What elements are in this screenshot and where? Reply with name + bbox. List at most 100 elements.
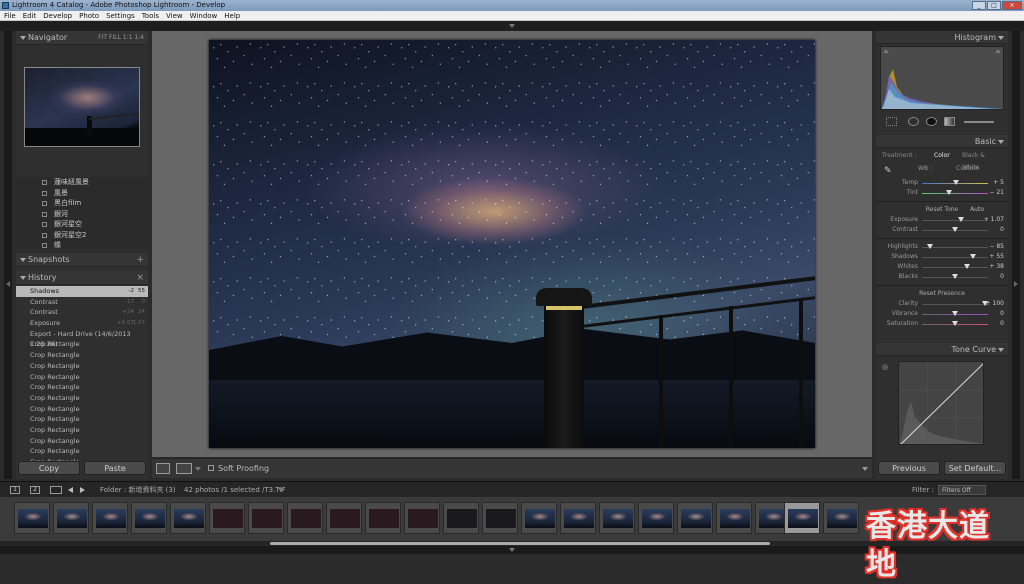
filmstrip-thumbnail[interactable]	[638, 502, 674, 534]
collection-item[interactable]: 蝶	[16, 240, 148, 251]
menu-photo[interactable]: Photo	[79, 11, 99, 20]
filmstrip-thumbnail[interactable]	[560, 502, 596, 534]
navigator-preview[interactable]	[24, 67, 140, 147]
red-eye-icon[interactable]	[926, 117, 937, 126]
history-item[interactable]: Crop Rectangle	[16, 393, 148, 404]
history-item[interactable]: Exposure +0.07 1.07	[16, 318, 148, 329]
filmstrip-thumbnail[interactable]	[92, 502, 128, 534]
menu-edit[interactable]: Edit	[23, 11, 37, 20]
menu-window[interactable]: Window	[190, 11, 218, 20]
filmstrip-scroll-thumb[interactable]	[270, 542, 770, 545]
right-panel-toggle-icon[interactable]	[1014, 281, 1018, 287]
vibrance-slider[interactable]: Vibrance 0	[876, 309, 1008, 319]
next-photo-icon[interactable]	[80, 487, 85, 493]
set-default-button[interactable]: Set Default...	[944, 461, 1006, 475]
navigator-header[interactable]: Navigator FIT FILL 1:1 1:4	[16, 31, 148, 45]
history-item[interactable]: Crop Rectangle	[16, 425, 148, 436]
filmstrip-thumbnail-selected[interactable]	[784, 502, 820, 534]
collection-item[interactable]: 銀河星空2	[16, 230, 148, 241]
previous-photo-icon[interactable]	[68, 487, 73, 493]
menu-file[interactable]: File	[4, 11, 16, 20]
shadow-clipping-icon[interactable]	[883, 49, 889, 53]
menu-help[interactable]: Help	[224, 11, 240, 20]
auto-tone-button[interactable]: Auto	[970, 205, 984, 215]
filmstrip-thumbnail[interactable]	[404, 502, 440, 534]
folder-source-label[interactable]: Folder : 新增資料夾 (3)	[100, 482, 176, 498]
spot-removal-icon[interactable]	[908, 117, 919, 126]
filmstrip-thumbnail[interactable]	[443, 502, 479, 534]
minimize-button[interactable]: _	[972, 1, 986, 10]
add-snapshot-button[interactable]: +	[136, 253, 144, 267]
bottom-panel-toggle-icon[interactable]	[509, 548, 515, 552]
temp-slider-thumb[interactable]	[953, 180, 959, 185]
filmstrip-thumbnail[interactable]	[599, 502, 635, 534]
basic-header[interactable]: Basic	[876, 135, 1008, 148]
filmstrip-thumbnail[interactable]	[326, 502, 362, 534]
collection-item[interactable]: 風景	[16, 188, 148, 199]
previous-button[interactable]: Previous	[878, 461, 940, 475]
reset-presence-button[interactable]: Reset Presence	[919, 290, 965, 297]
filmstrip-thumbnail[interactable]	[53, 502, 89, 534]
filmstrip-thumbnail[interactable]	[14, 502, 50, 534]
view-options-chevron-down-icon[interactable]	[195, 467, 201, 471]
eyedropper-icon[interactable]: ✎	[884, 166, 892, 176]
menu-tools[interactable]: Tools	[142, 11, 159, 20]
tone-curve-header[interactable]: Tone Curve	[876, 343, 1008, 356]
page-2-button[interactable]: 2	[30, 486, 40, 494]
history-item[interactable]: Crop Rectangle	[16, 372, 148, 383]
contrast-slider[interactable]: Contrast 0	[876, 225, 1008, 235]
wb-dropdown[interactable]: Custom	[956, 164, 979, 174]
histogram[interactable]	[880, 46, 1004, 110]
clear-history-button[interactable]: ×	[136, 271, 144, 285]
treatment-color-option[interactable]: Color	[934, 150, 950, 162]
close-window-button[interactable]: ×	[1002, 1, 1022, 10]
history-header[interactable]: History ×	[16, 271, 148, 285]
soft-proofing-checkbox[interactable]	[208, 465, 214, 471]
tint-slider-thumb[interactable]	[946, 190, 952, 195]
top-panel-toggle-icon[interactable]	[509, 24, 515, 28]
reset-tone-button[interactable]: Reset Tone	[926, 206, 958, 213]
crop-tool-icon[interactable]	[886, 117, 897, 126]
saturation-slider-thumb[interactable]	[952, 321, 958, 326]
target-adjust-icon[interactable]: ◎	[882, 363, 888, 371]
shadows-slider-thumb[interactable]	[970, 254, 976, 259]
filmstrip-thumbnail[interactable]	[209, 502, 245, 534]
tint-slider[interactable]: Tint − 21	[876, 188, 1008, 198]
left-panel-toggle-strip[interactable]	[4, 31, 12, 479]
history-item[interactable]: Crop Rectangle	[16, 350, 148, 361]
navigator-zoom-options[interactable]: FIT FILL 1:1 1:4	[98, 31, 144, 45]
whites-slider[interactable]: Whites + 38	[876, 262, 1008, 272]
menu-settings[interactable]: Settings	[106, 11, 135, 20]
contrast-slider-thumb[interactable]	[952, 227, 958, 232]
filmstrip-thumbnail[interactable]	[482, 502, 518, 534]
clarity-slider[interactable]: Clarity + 100	[876, 299, 1008, 309]
history-item[interactable]: Crop Rectangle	[16, 382, 148, 393]
before-after-icon[interactable]	[176, 463, 192, 474]
top-panel-toggle-strip[interactable]	[0, 21, 1024, 31]
menu-develop[interactable]: Develop	[43, 11, 72, 20]
shadows-slider[interactable]: Shadows + 55	[876, 252, 1008, 262]
filmstrip-thumbnail[interactable]	[365, 502, 401, 534]
history-item[interactable]: Crop Rectangle	[16, 404, 148, 415]
history-item[interactable]: Crop Rectangle	[16, 436, 148, 447]
blacks-slider[interactable]: Blacks 0	[876, 272, 1008, 282]
highlights-slider-thumb[interactable]	[927, 244, 933, 249]
history-item[interactable]: Crop Rectangle	[16, 361, 148, 372]
snapshots-header[interactable]: Snapshots +	[16, 253, 148, 267]
filmstrip-thumbnail[interactable]	[170, 502, 206, 534]
exposure-slider[interactable]: Exposure + 1.07	[876, 215, 1008, 225]
history-item[interactable]: Contrast +24 24	[16, 307, 148, 318]
adjustment-brush-icon[interactable]	[964, 121, 994, 123]
whites-slider-thumb[interactable]	[964, 264, 970, 269]
filmstrip-thumbnail[interactable]	[287, 502, 323, 534]
collection-item[interactable]: 銀河星空	[16, 219, 148, 230]
exposure-slider-thumb[interactable]	[958, 217, 964, 222]
collection-item[interactable]: 銀河	[16, 209, 148, 220]
loupe-view-icon[interactable]	[156, 463, 170, 474]
history-item[interactable]: Crop Rectangle	[16, 339, 148, 350]
filmstrip-thumbnail[interactable]	[521, 502, 557, 534]
grid-view-icon[interactable]	[50, 486, 62, 494]
filmstrip-thumbnail[interactable]	[248, 502, 284, 534]
highlights-slider[interactable]: Highlights − 85	[876, 242, 1008, 252]
copy-button[interactable]: Copy	[18, 461, 80, 475]
